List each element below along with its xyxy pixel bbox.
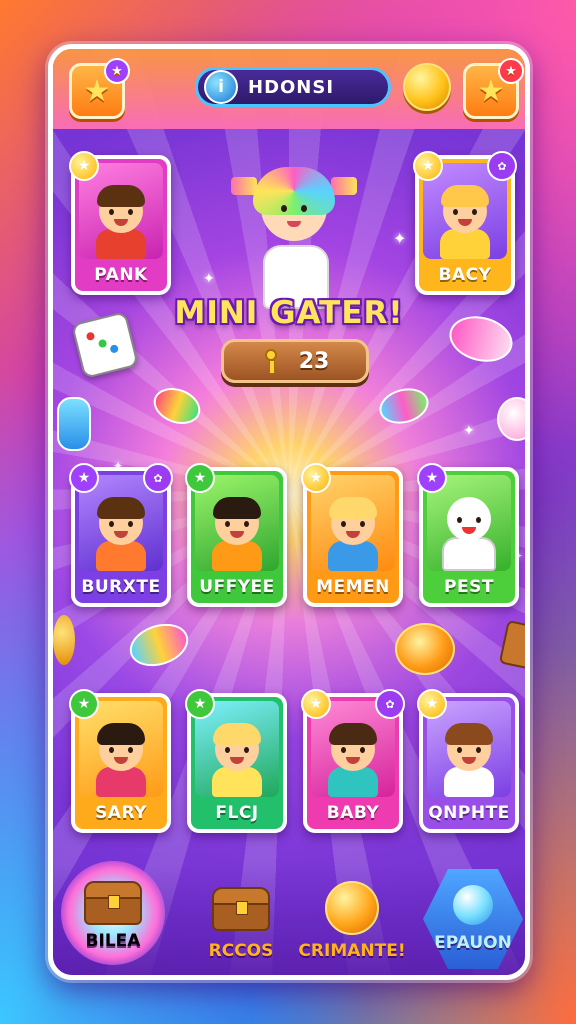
game-title: HDONSI — [248, 76, 335, 98]
candy-icon — [124, 616, 194, 674]
nav-label: BILEA — [85, 931, 141, 951]
sparkle-icon: ✦ — [463, 423, 475, 439]
star-button-right[interactable]: ★ ★ — [463, 58, 524, 119]
box-icon — [498, 619, 525, 671]
character-card[interactable]: FLCJ ★ — [185, 689, 287, 833]
badge-icon: ★ — [104, 58, 130, 84]
card-label: UFFYEE — [199, 577, 275, 597]
nav-label: RCCOS — [208, 941, 274, 961]
candy-icon — [375, 383, 433, 429]
game-frame: ★ ★ i HDONSI ★ ★ MINI GATER! 23 ✦ ✦ ✦ ✦ … — [48, 44, 530, 980]
coin-icon — [395, 623, 455, 675]
character-card[interactable]: BACY ★ ✿ — [413, 151, 517, 295]
character-card[interactable]: QNPHTE ★ — [417, 689, 519, 833]
character-card[interactable]: SARY ★ — [69, 689, 171, 833]
coin-icon — [325, 881, 379, 935]
star-icon: ★ — [69, 151, 99, 181]
character-card[interactable]: PANK ★ — [69, 151, 171, 295]
treasure-chest-icon — [84, 881, 142, 925]
sparkle-icon: ✦ — [203, 271, 215, 287]
character-card[interactable]: UFFYEE ★ — [185, 463, 287, 607]
info-icon[interactable]: i — [204, 70, 238, 104]
star-icon: ★ — [69, 463, 99, 493]
star-icon: ★ — [185, 463, 215, 493]
coin-icon — [53, 615, 75, 665]
character-card[interactable]: PEST ★ — [417, 463, 519, 607]
card-label: FLCJ — [215, 803, 259, 823]
character-card[interactable]: BURXTE ★ ✿ — [69, 463, 173, 607]
card-label: SARY — [95, 803, 147, 823]
star-icon: ★ — [301, 689, 331, 719]
badge-icon: ✿ — [375, 689, 405, 719]
nav-bilea[interactable]: BILEA — [57, 861, 169, 965]
character-card[interactable]: BABY ★ ✿ — [301, 689, 405, 833]
star-icon: ★ — [417, 463, 447, 493]
key-icon — [261, 349, 281, 374]
gem-icon — [57, 397, 91, 451]
nav-crimante[interactable]: CRIMANTE! — [297, 881, 407, 961]
character-card[interactable]: MEMEN ★ — [301, 463, 403, 607]
card-label: BACY — [438, 265, 492, 285]
nav-label: CRIMANTE! — [298, 941, 406, 961]
nav-rccos[interactable]: RCCOS — [193, 887, 289, 961]
star-icon: ★ — [185, 689, 215, 719]
card-label: BABY — [326, 803, 380, 823]
bubble-icon — [497, 397, 525, 441]
bow-icon — [331, 177, 357, 195]
star-icon: ★ — [417, 689, 447, 719]
badge-icon: ✿ — [487, 151, 517, 181]
card-label: QNPHTE — [428, 803, 510, 823]
card-label: BURXTE — [81, 577, 161, 597]
nav-epauon[interactable]: EPAUON — [421, 869, 525, 969]
nav-label: EPAUON — [434, 933, 512, 953]
score-plate: 23 — [221, 339, 369, 383]
star-icon: ★ — [301, 463, 331, 493]
star-button-left[interactable]: ★ ★ — [69, 58, 130, 119]
card-label: PEST — [444, 577, 494, 597]
crystal-ball-icon — [453, 885, 493, 925]
card-label: MEMEN — [316, 577, 390, 597]
chest-icon — [212, 887, 270, 931]
candy-icon — [148, 381, 206, 431]
star-icon: ★ — [69, 689, 99, 719]
card-label: PANK — [94, 265, 148, 285]
score-value: 23 — [298, 348, 330, 374]
badge-icon: ✿ — [143, 463, 173, 493]
hero-character — [231, 165, 357, 315]
sparkle-icon: ✦ — [393, 229, 407, 248]
title-pill[interactable]: i HDONSI — [195, 67, 391, 107]
star-icon: ★ — [413, 151, 443, 181]
coin-icon[interactable] — [403, 63, 451, 111]
badge-icon: ★ — [498, 58, 524, 84]
